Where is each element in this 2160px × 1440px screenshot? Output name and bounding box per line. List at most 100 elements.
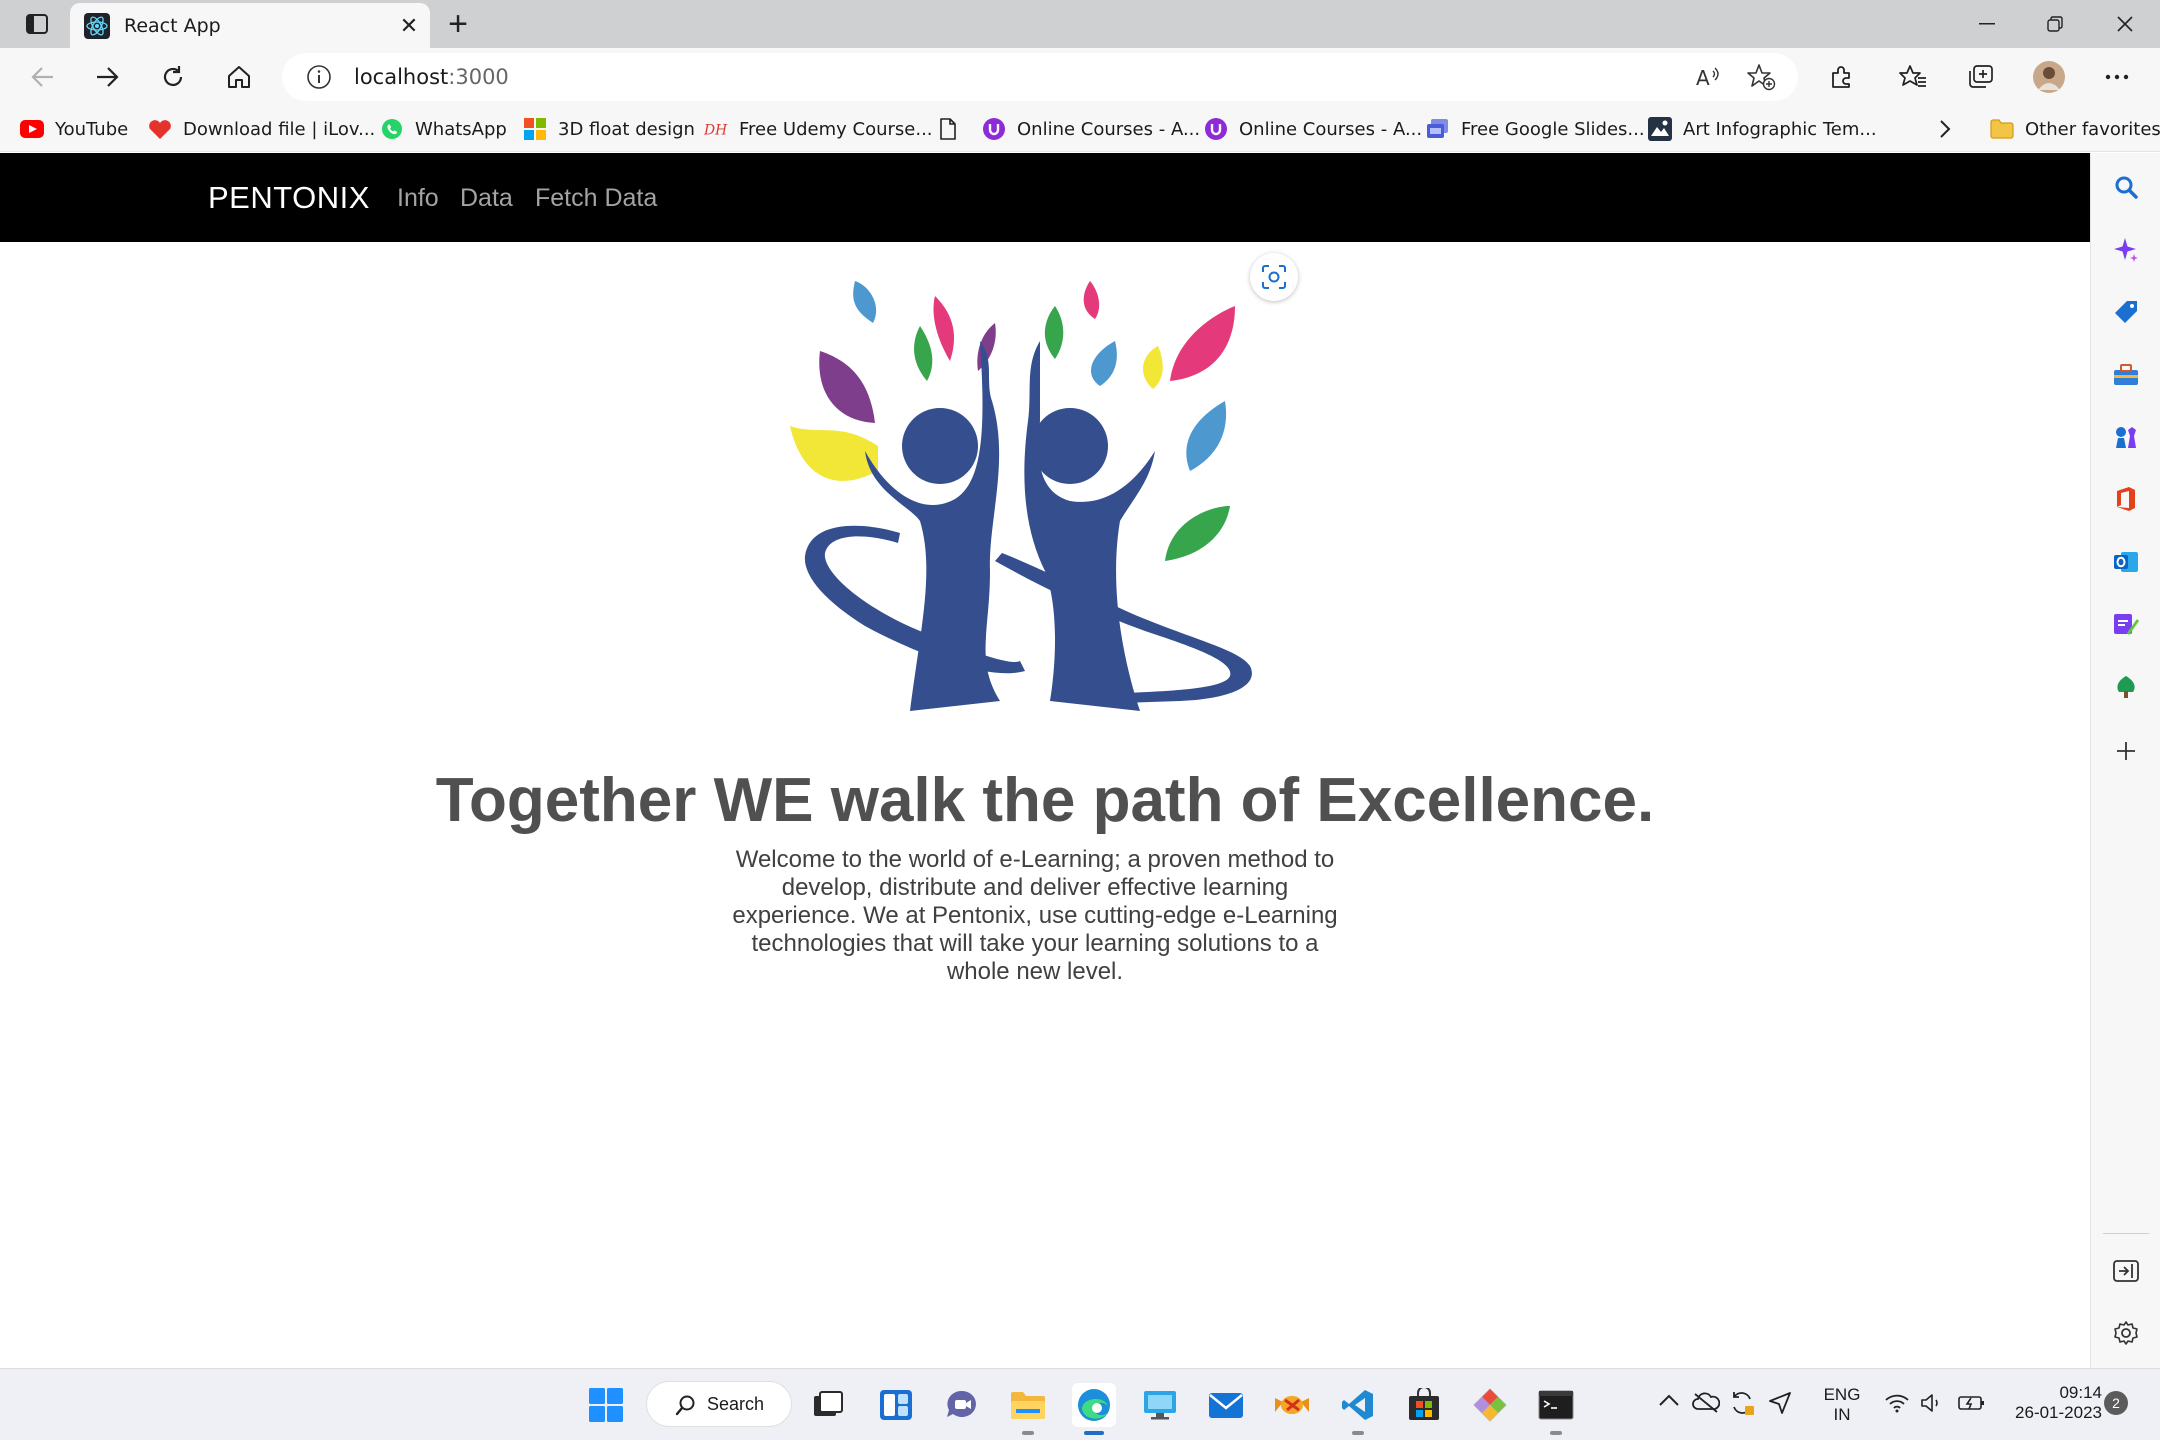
favorites-icon[interactable]: [1892, 57, 1934, 97]
favorite-label: Online Courses - A...: [1017, 118, 1201, 140]
favorite-google-slides[interactable]: Free Google Slides...: [1426, 112, 1645, 146]
favorite-online-courses-2[interactable]: Online Courses - A...: [1204, 112, 1422, 146]
input-language-indicator[interactable]: ENG IN: [1814, 1385, 1870, 1425]
udemy-icon: DH: [704, 117, 728, 141]
windows-grid-icon: [523, 117, 547, 141]
back-arrow-icon[interactable]: [22, 57, 64, 97]
favorites-bar: YouTube Download file | iLov... WhatsApp…: [0, 106, 2160, 152]
react-icon: [84, 13, 110, 39]
favorite-label: Online Courses - A...: [1239, 118, 1423, 140]
sidebar-settings-gear-icon[interactable]: [2112, 1319, 2140, 1347]
outlook-icon[interactable]: [2112, 548, 2140, 576]
art-icon: [1648, 117, 1672, 141]
terminal-icon[interactable]: [1534, 1383, 1578, 1435]
edge-sidebar: [2090, 153, 2160, 1368]
onedrive-offline-icon[interactable]: [1692, 1391, 1721, 1418]
new-tab-button[interactable]: +: [440, 5, 476, 43]
brand-link[interactable]: PENTONIX: [208, 180, 370, 216]
nav-link-fetch-data[interactable]: Fetch Data: [535, 184, 657, 213]
widgets-icon[interactable]: [874, 1383, 918, 1427]
browser-title-bar: React App ✕ +: [0, 0, 2160, 48]
clock-time: 09:14: [2059, 1383, 2102, 1402]
file-explorer-icon[interactable]: [1006, 1383, 1050, 1435]
web-page: PENTONIX Info Data Fetch Data Together W…: [0, 153, 2090, 1368]
browser-toolbar: localhost:3000 A: [0, 48, 2160, 106]
teams-chat-icon[interactable]: [940, 1383, 984, 1427]
forward-arrow-icon[interactable]: [86, 57, 128, 97]
nav-link-data[interactable]: Data: [460, 184, 513, 213]
show-hidden-icons-chevron-icon[interactable]: [1658, 1393, 1680, 1412]
read-aloud-icon[interactable]: A: [1694, 63, 1722, 96]
browser-tab[interactable]: React App ✕: [70, 3, 430, 48]
location-arrow-icon[interactable]: [1768, 1391, 1792, 1420]
favorite-label: WhatsApp: [415, 118, 507, 140]
clock[interactable]: 09:14 26-01-2023: [1996, 1383, 2102, 1423]
favorite-label: Free Google Slides...: [1461, 118, 1645, 140]
favorites-overflow-chevron-icon[interactable]: [1938, 112, 1952, 146]
region-code: IN: [1833, 1405, 1851, 1424]
favorite-3d-float[interactable]: 3D float design: [523, 112, 695, 146]
course-icon: [1204, 117, 1228, 141]
more-menu-icon[interactable]: [2096, 57, 2138, 97]
tree-icon[interactable]: [2112, 673, 2140, 701]
hero-description: Welcome to the world of e-Learning; a pr…: [732, 846, 1338, 985]
shopping-tag-icon[interactable]: [2112, 298, 2140, 326]
tab-actions-icon[interactable]: [22, 10, 52, 38]
svg-text:DH: DH: [704, 123, 728, 138]
site-info-icon[interactable]: [306, 64, 332, 95]
taskbar-search-box[interactable]: Search: [646, 1381, 792, 1427]
candy-crush-icon[interactable]: [1270, 1383, 1314, 1427]
sync-icon[interactable]: [1728, 1389, 1756, 1422]
favorite-whatsapp[interactable]: WhatsApp: [380, 112, 507, 146]
tools-briefcase-icon[interactable]: [2112, 361, 2140, 389]
task-view-icon[interactable]: [806, 1383, 850, 1427]
copilot-sparkle-icon[interactable]: [2112, 236, 2140, 264]
favorite-label: Download file | iLov...: [183, 118, 376, 140]
games-chess-icon[interactable]: [2112, 423, 2140, 451]
start-windows-icon[interactable]: [584, 1383, 628, 1427]
remote-desktop-icon[interactable]: [1138, 1383, 1182, 1427]
windows-taskbar: Search ENG IN 09:14 26-01-2023 2: [0, 1368, 2160, 1440]
office-icon[interactable]: [2112, 485, 2140, 513]
favorite-youtube[interactable]: YouTube: [20, 112, 128, 146]
folder-icon: [1990, 117, 2014, 141]
drop-edit-icon[interactable]: [2112, 610, 2140, 638]
microsoft-store-icon[interactable]: [1402, 1383, 1446, 1427]
favorite-art-infographic[interactable]: Art Infographic Tem...: [1648, 112, 1877, 146]
youtube-icon: [20, 117, 44, 141]
tab-close-icon[interactable]: ✕: [396, 13, 422, 39]
course-icon: [982, 117, 1006, 141]
profile-avatar[interactable]: [2028, 57, 2070, 97]
url-text[interactable]: localhost:3000: [354, 65, 509, 89]
other-favorites-label: Other favorites: [2025, 118, 2160, 140]
favorite-label: YouTube: [55, 118, 129, 140]
notification-count-badge[interactable]: 2: [2104, 1391, 2128, 1415]
hide-sidebar-icon[interactable]: [2112, 1257, 2140, 1285]
favorite-ilovepdf[interactable]: Download file | iLov...: [148, 112, 375, 146]
favorite-online-courses-1[interactable]: Online Courses - A...: [982, 112, 1200, 146]
minimize-icon[interactable]: [1954, 0, 2020, 48]
collections-icon[interactable]: [1960, 57, 2002, 97]
home-icon[interactable]: [218, 57, 260, 97]
search-icon[interactable]: [2112, 173, 2140, 201]
extensions-icon[interactable]: [1820, 57, 1862, 97]
battery-charging-icon[interactable]: [1956, 1393, 1986, 1418]
page-icon: [936, 117, 960, 141]
add-favorite-icon[interactable]: [1746, 63, 1776, 96]
favorite-udemy[interactable]: DH Free Udemy Course...: [704, 112, 933, 146]
add-sidebar-app-icon[interactable]: [2112, 737, 2140, 765]
wifi-icon[interactable]: [1884, 1393, 1910, 1418]
restore-icon[interactable]: [2022, 0, 2088, 48]
address-bar[interactable]: localhost:3000 A: [282, 53, 1798, 101]
close-window-icon[interactable]: [2092, 0, 2158, 48]
tab-title: React App: [124, 15, 221, 37]
mail-icon[interactable]: [1204, 1383, 1248, 1427]
favorite-page[interactable]: [936, 112, 971, 146]
vscode-icon[interactable]: [1336, 1383, 1380, 1435]
volume-icon[interactable]: [1920, 1393, 1944, 1418]
other-favorites[interactable]: Other favorites: [1990, 112, 2160, 146]
refresh-icon[interactable]: [152, 57, 194, 97]
edge-browser-icon[interactable]: [1072, 1383, 1116, 1435]
diamond-app-icon[interactable]: [1468, 1383, 1512, 1427]
nav-link-info[interactable]: Info: [397, 184, 439, 213]
